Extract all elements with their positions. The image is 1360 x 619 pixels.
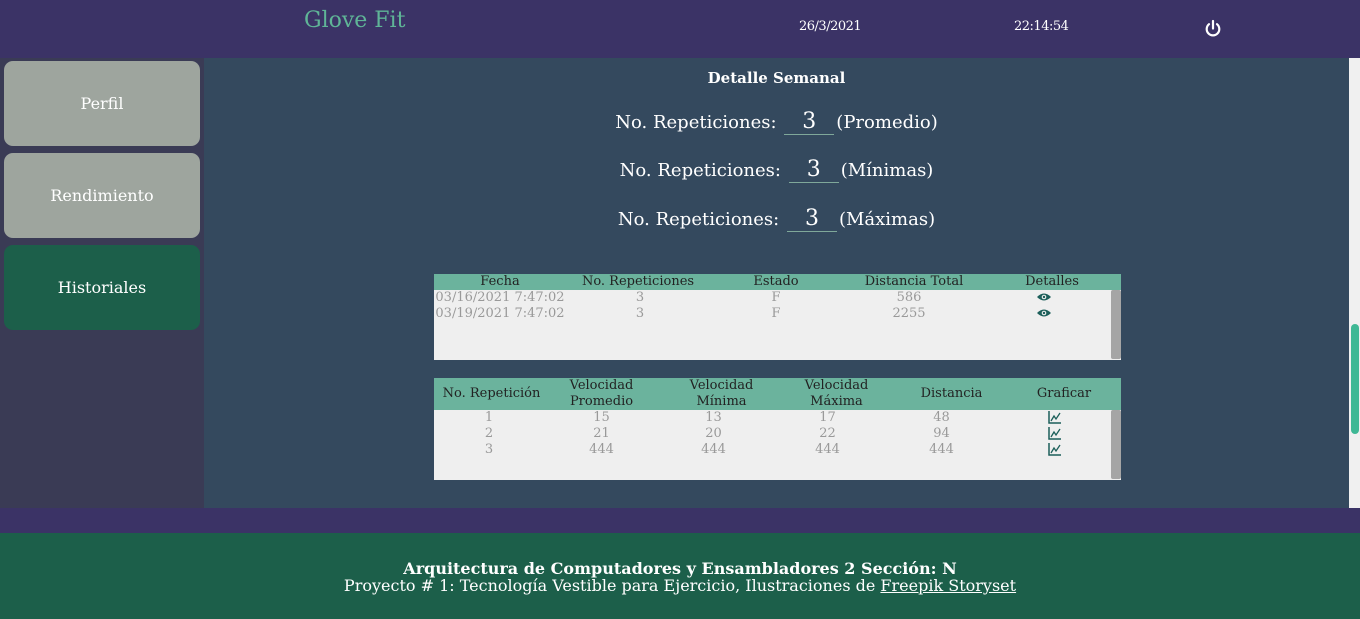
sidebar: Perfil Rendimiento Historiales: [0, 58, 204, 508]
cell-distancia: 2255: [892, 306, 926, 321]
cell-speed-avg: 15: [593, 410, 610, 425]
top-bar: Glove Fit 26/3/2021 22:14:54: [0, 0, 1360, 58]
reps-average-line: No. Repeticiones: 3 (Promedio): [204, 110, 1349, 135]
reps-qualifier: (Promedio): [836, 112, 938, 133]
reps-label: No. Repeticiones:: [619, 160, 781, 181]
eye-icon[interactable]: [1036, 292, 1052, 302]
column-header-line: Promedio: [569, 394, 634, 409]
sidebar-item-label: Historiales: [57, 278, 147, 297]
reps-min-line: No. Repeticiones: 3 (Mínimas): [204, 158, 1349, 183]
page-scrollbar[interactable]: [1349, 58, 1360, 508]
detail-table-header: No. Repetición Velocidad Promedio Veloci…: [434, 378, 1121, 410]
chart-icon[interactable]: [1048, 411, 1062, 424]
reps-max-line: No. Repeticiones: 3 (Máximas): [204, 207, 1349, 232]
reps-average-value: 3: [784, 110, 835, 135]
sidebar-item-perfil[interactable]: Perfil: [4, 61, 200, 146]
reps-label: No. Repeticiones:: [615, 112, 777, 133]
footer-project: Proyecto # 1: Tecnología Vestible para E…: [0, 576, 1360, 595]
cell-reps: 3: [635, 306, 645, 321]
column-header: Distancia Total: [864, 274, 964, 289]
main-panel: Detalle Semanal No. Repeticiones: 3 (Prom…: [204, 58, 1349, 508]
column-header: No. Repetición: [442, 386, 541, 401]
cell-fecha: 03/19/2021 7:47:02: [435, 306, 565, 321]
column-header: Graficar: [1036, 386, 1092, 401]
column-header-line: Velocidad: [569, 378, 634, 393]
column-header: Estado: [753, 274, 799, 289]
cell-speed-max: 22: [819, 426, 836, 441]
footer-project-text: Proyecto # 1: Tecnología Vestible para E…: [343, 576, 876, 595]
column-header-line: Velocidad: [804, 378, 869, 393]
cell-repetition: 2: [484, 426, 494, 441]
reps-qualifier: (Máximas): [838, 209, 936, 230]
cell-speed-avg: 21: [593, 426, 610, 441]
repetition-detail-table: No. Repetición Velocidad Promedio Veloci…: [434, 378, 1121, 480]
column-header: Fecha: [480, 274, 520, 289]
reps-max-value: 3: [786, 207, 837, 232]
history-table-header: Fecha No. Repeticiones Estado Distancia …: [434, 274, 1121, 290]
power-icon[interactable]: [1203, 19, 1223, 39]
reps-min-value: 3: [788, 158, 839, 183]
column-header: Distancia: [920, 386, 983, 401]
header-time: 22:14:54: [1014, 19, 1069, 34]
column-header: Velocidad Mínima: [674, 378, 769, 410]
eye-icon[interactable]: [1036, 308, 1052, 318]
column-header-line: Velocidad: [689, 378, 754, 393]
detail-table-scrollbar[interactable]: [1111, 410, 1121, 479]
cell-distance: 94: [933, 426, 950, 441]
cell-reps: 3: [635, 290, 645, 305]
app-brand: Glove Fit: [304, 8, 406, 33]
column-header: No. Repeticiones: [581, 274, 695, 289]
cell-repetition: 1: [484, 410, 494, 425]
column-header: Velocidad Máxima: [789, 378, 884, 410]
cell-estado: F: [771, 306, 781, 321]
sidebar-item-label: Perfil: [80, 94, 124, 113]
sidebar-item-historiales[interactable]: Historiales: [4, 245, 200, 330]
cell-distancia: 586: [896, 290, 922, 305]
reps-qualifier: (Mínimas): [840, 160, 934, 181]
column-header: Detalles: [1025, 274, 1079, 289]
footer: Arquitectura de Computadores y Ensamblad…: [0, 533, 1360, 619]
chart-icon[interactable]: [1048, 427, 1062, 440]
cell-speed-avg: 444: [589, 442, 614, 457]
column-header-line: Máxima: [810, 394, 863, 409]
cell-speed-min: 13: [705, 410, 722, 425]
column-header-line: Mínima: [696, 394, 747, 409]
reps-label: No. Repeticiones:: [617, 209, 780, 230]
history-table-scrollbar[interactable]: [1111, 290, 1121, 359]
sidebar-item-rendimiento[interactable]: Rendimiento: [4, 153, 200, 238]
chart-icon[interactable]: [1048, 443, 1062, 456]
cell-distance: 444: [929, 442, 954, 457]
cell-speed-max: 17: [819, 410, 836, 425]
sidebar-item-label: Rendimiento: [50, 186, 154, 205]
column-header: Velocidad Promedio: [554, 378, 649, 410]
cell-distance: 48: [933, 410, 950, 425]
page-scrollbar-thumb[interactable]: [1351, 324, 1359, 434]
header-date: 26/3/2021: [799, 19, 862, 34]
history-table: Fecha No. Repeticiones Estado Distancia …: [434, 274, 1121, 360]
freepik-storyset-link[interactable]: Freepik Storyset: [880, 576, 1016, 595]
cell-repetition: 3: [484, 442, 494, 457]
cell-estado: F: [771, 290, 781, 305]
cell-speed-min: 444: [701, 442, 726, 457]
cell-speed-min: 20: [705, 426, 722, 441]
section-title: Detalle Semanal: [707, 69, 846, 87]
cell-speed-max: 444: [815, 442, 840, 457]
cell-fecha: 03/16/2021 7:47:02: [435, 290, 565, 305]
